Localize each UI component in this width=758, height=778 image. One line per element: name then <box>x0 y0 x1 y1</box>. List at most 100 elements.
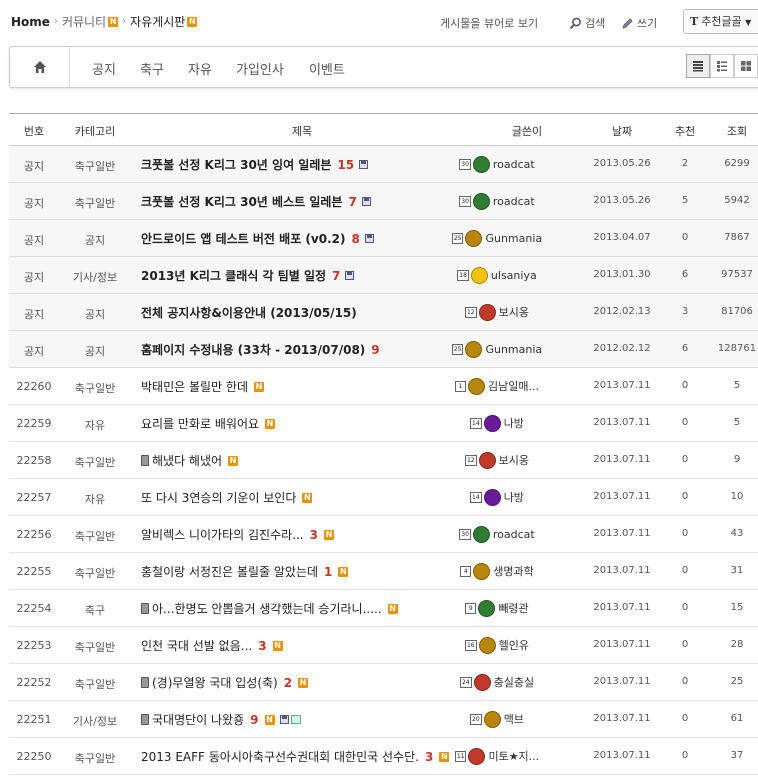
post-author[interactable]: 14 나방 <box>447 412 547 434</box>
post-title-cell[interactable]: 해냈다 해냈어 N <box>141 452 239 469</box>
tab-event[interactable]: 이벤트 <box>309 59 345 78</box>
header-date[interactable]: 날짜 <box>612 123 632 139</box>
post-author[interactable]: 16 헬인유 <box>447 634 547 656</box>
post-author[interactable]: 25 Gunmania <box>447 227 547 249</box>
table-row[interactable]: 공지 축구일반 크풋볼 선정 K리그 30년 잉여 일레븐 15 30 roadcat 20… <box>9 146 758 183</box>
post-title-cell[interactable]: 크풋볼 선정 K리그 30년 베스트 일레븐 7 <box>141 193 371 210</box>
comment-count[interactable]: 1 <box>324 565 332 579</box>
post-author[interactable]: 12 보시옹 <box>447 301 547 323</box>
post-author[interactable]: 14 나방 <box>447 486 547 508</box>
post-title[interactable]: 요리를 만화로 배워어요 <box>141 415 259 432</box>
table-row[interactable]: 22260 축구일반 박태민은 볼릴만 한데 N 1 김남일매... 2013.07.11 0… <box>9 368 758 405</box>
post-title-cell[interactable]: 크풋볼 선정 K리그 30년 잉여 일레븐 15 <box>141 156 369 173</box>
post-title-cell[interactable]: 아...한명도 안뽑을거 생각했는데 승기라니..... N <box>141 600 398 617</box>
post-author[interactable]: 24 충실충실 <box>447 671 547 693</box>
comment-count[interactable]: 3 <box>258 639 266 653</box>
post-title-cell[interactable]: 전체 공지사항&이용안내 (2013/05/15) <box>141 304 357 321</box>
post-title-cell[interactable]: 2013년 K리그 클래식 각 팀별 일정 7 <box>141 267 355 284</box>
post-author[interactable]: 30 roadcat <box>447 523 547 545</box>
post-title[interactable]: 안드로이드 앱 테스트 버전 배포 (v0.2) <box>141 230 345 247</box>
sort-dropdown[interactable]: T 추천글골 ▼ <box>683 9 758 34</box>
breadcrumb-home[interactable]: Home <box>11 15 50 29</box>
post-title-cell[interactable]: 안드로이드 앱 테스트 버전 배포 (v0.2) 8 <box>141 230 374 247</box>
post-title-cell[interactable]: 국대명단이 나왔죵 9 N <box>141 711 301 728</box>
comment-count[interactable]: 15 <box>337 158 354 172</box>
table-row[interactable]: 22252 축구일반 (경)무열왕 국대 입성(축) 2 N 24 충실충실 2013.07.… <box>9 664 758 701</box>
post-title[interactable]: (경)무열왕 국대 입성(축) <box>152 674 278 691</box>
post-author[interactable]: 20 맥브 <box>447 708 547 730</box>
post-title-cell[interactable]: 인천 국대 선발 없음... 3 N <box>141 637 283 654</box>
summary-view-button[interactable] <box>710 54 734 78</box>
list-view-button[interactable] <box>686 54 710 78</box>
table-row[interactable]: 공지 축구일반 크풋볼 선정 K리그 30년 베스트 일레븐 7 30 roadcat 20… <box>9 183 758 220</box>
post-title[interactable]: 아...한명도 안뽑을거 생각했는데 승기라니..... <box>152 600 382 617</box>
post-author[interactable]: 30 roadcat <box>447 153 547 175</box>
comment-count[interactable]: 3 <box>310 528 318 542</box>
post-title[interactable]: 국대명단이 나왔죵 <box>152 711 244 728</box>
post-title[interactable]: 2013 EAFF 동아시아축구선수권대회 대한민국 선수단. <box>141 748 419 765</box>
table-row[interactable]: 22250 축구일반 2013 EAFF 동아시아축구선수권대회 대한민국 선수단.… <box>9 738 758 775</box>
table-row[interactable]: 공지 공지 홈페이지 수정내용 (33차 - 2013/07/08) 9 25 Gunma… <box>9 331 758 368</box>
header-category[interactable]: 카테고리 <box>75 123 115 139</box>
breadcrumb-board[interactable]: 자유게시판 <box>130 13 185 30</box>
post-title[interactable]: 박태민은 볼릴만 한데 <box>141 378 248 395</box>
write-link[interactable]: 쓰기 <box>621 15 657 31</box>
post-author[interactable]: 12 보시옹 <box>447 449 547 471</box>
post-title-cell[interactable]: 홈페이지 수정내용 (33차 - 2013/07/08) 9 <box>141 341 380 358</box>
table-row[interactable]: 공지 기사/정보 2013년 K리그 클래식 각 팀별 일정 7 18 ulsaniya 2… <box>9 257 758 294</box>
post-title-cell[interactable]: 요리를 만화로 배워어요 N <box>141 415 276 432</box>
comment-count[interactable]: 7 <box>332 269 340 283</box>
table-row[interactable]: 22251 기사/정보 국대명단이 나왔죵 9 N 20 맥브 2013.07.11 0 61 <box>9 701 758 738</box>
post-title[interactable]: 또 다시 3연승의 기운이 보인다 <box>141 489 296 506</box>
comment-count[interactable]: 7 <box>348 195 356 209</box>
comment-count[interactable]: 3 <box>425 750 433 764</box>
header-author[interactable]: 글쓴이 <box>512 123 542 139</box>
header-recommend[interactable]: 추천 <box>675 123 695 139</box>
table-row[interactable]: 22257 자유 또 다시 3연승의 기운이 보인다 N 14 나방 2013.07.11 0… <box>9 479 758 516</box>
post-title[interactable]: 인천 국대 선발 없음... <box>141 637 252 654</box>
header-title[interactable]: 제목 <box>292 123 312 139</box>
table-row[interactable]: 공지 공지 전체 공지사항&이용안내 (2013/05/15) 12 보시옹 2012.0… <box>9 294 758 331</box>
table-row[interactable]: 22253 축구일반 인천 국대 선발 없음... 3 N 16 헬인유 2013.07.11… <box>9 627 758 664</box>
post-title[interactable]: 크풋볼 선정 K리그 30년 베스트 일레븐 <box>141 193 342 210</box>
post-title-cell[interactable]: 홍철이랑 서정진은 볼릴줄 알았는데 1 N <box>141 563 349 580</box>
comment-count[interactable]: 9 <box>371 343 379 357</box>
gallery-view-button[interactable] <box>734 54 758 78</box>
home-button[interactable] <box>10 47 70 87</box>
table-row[interactable]: 22255 축구일반 홍철이랑 서정진은 볼릴줄 알았는데 1 N 4 생명과학 2013.0… <box>9 553 758 590</box>
comment-count[interactable]: 8 <box>351 232 359 246</box>
post-title-cell[interactable]: 또 다시 3연승의 기운이 보인다 N <box>141 489 313 506</box>
post-author[interactable]: 1 김남일매... <box>447 375 547 397</box>
table-row[interactable]: 22254 축구 아...한명도 안뽑을거 생각했는데 승기라니..... N 9 빼령관… <box>9 590 758 627</box>
table-row[interactable]: 22259 자유 요리를 만화로 배워어요 N 14 나방 2013.07.11 0 5 <box>9 405 758 442</box>
table-row[interactable]: 22256 축구일반 알비렉스 니이가타의 김진수라... 3 N 30 roadcat 20… <box>9 516 758 553</box>
header-views[interactable]: 조회 <box>727 123 747 139</box>
post-title-cell[interactable]: (경)무열왕 국대 입성(축) 2 N <box>141 674 309 691</box>
post-title[interactable]: 2013년 K리그 클래식 각 팀별 일정 <box>141 267 326 284</box>
table-row[interactable]: 공지 공지 안드로이드 앱 테스트 버전 배포 (v0.2) 8 25 Gunmania 2… <box>9 220 758 257</box>
table-row[interactable]: 22258 축구일반 해냈다 해냈어 N 12 보시옹 2013.07.11 0 9 <box>9 442 758 479</box>
post-title-cell[interactable]: 박태민은 볼릴만 한데 N <box>141 378 264 395</box>
tab-greeting[interactable]: 가입인사 <box>236 59 284 78</box>
breadcrumb-community[interactable]: 커뮤니티 <box>62 13 106 30</box>
tab-football[interactable]: 축구 <box>140 59 164 78</box>
post-title[interactable]: 전체 공지사항&이용안내 (2013/05/15) <box>141 304 357 321</box>
post-title[interactable]: 홍철이랑 서정진은 볼릴줄 알았는데 <box>141 563 318 580</box>
post-title-cell[interactable]: 알비렉스 니이가타의 김진수라... 3 N <box>141 526 334 543</box>
post-author[interactable]: 30 roadcat <box>447 190 547 212</box>
view-mode-link[interactable]: 게시물을 뷰어로 보기 <box>440 15 538 31</box>
post-title-cell[interactable]: 2013 EAFF 동아시아축구선수권대회 대한민국 선수단. 3 N <box>141 748 450 765</box>
post-title[interactable]: 홈페이지 수정내용 (33차 - 2013/07/08) <box>141 341 365 358</box>
post-author[interactable]: 11 미토★지... <box>447 745 547 767</box>
post-author[interactable]: 9 빼령관 <box>447 597 547 619</box>
search-link[interactable]: 검색 <box>569 15 605 31</box>
tab-notice[interactable]: 공지 <box>92 59 116 78</box>
comment-count[interactable]: 9 <box>250 713 258 727</box>
header-num[interactable]: 번호 <box>24 123 44 139</box>
post-author[interactable]: 4 생명과학 <box>447 560 547 582</box>
tab-free[interactable]: 자유 <box>188 59 212 78</box>
comment-count[interactable]: 2 <box>284 676 292 690</box>
post-title[interactable]: 알비렉스 니이가타의 김진수라... <box>141 526 304 543</box>
post-author[interactable]: 18 ulsaniya <box>447 264 547 286</box>
post-author[interactable]: 25 Gunmania <box>447 338 547 360</box>
